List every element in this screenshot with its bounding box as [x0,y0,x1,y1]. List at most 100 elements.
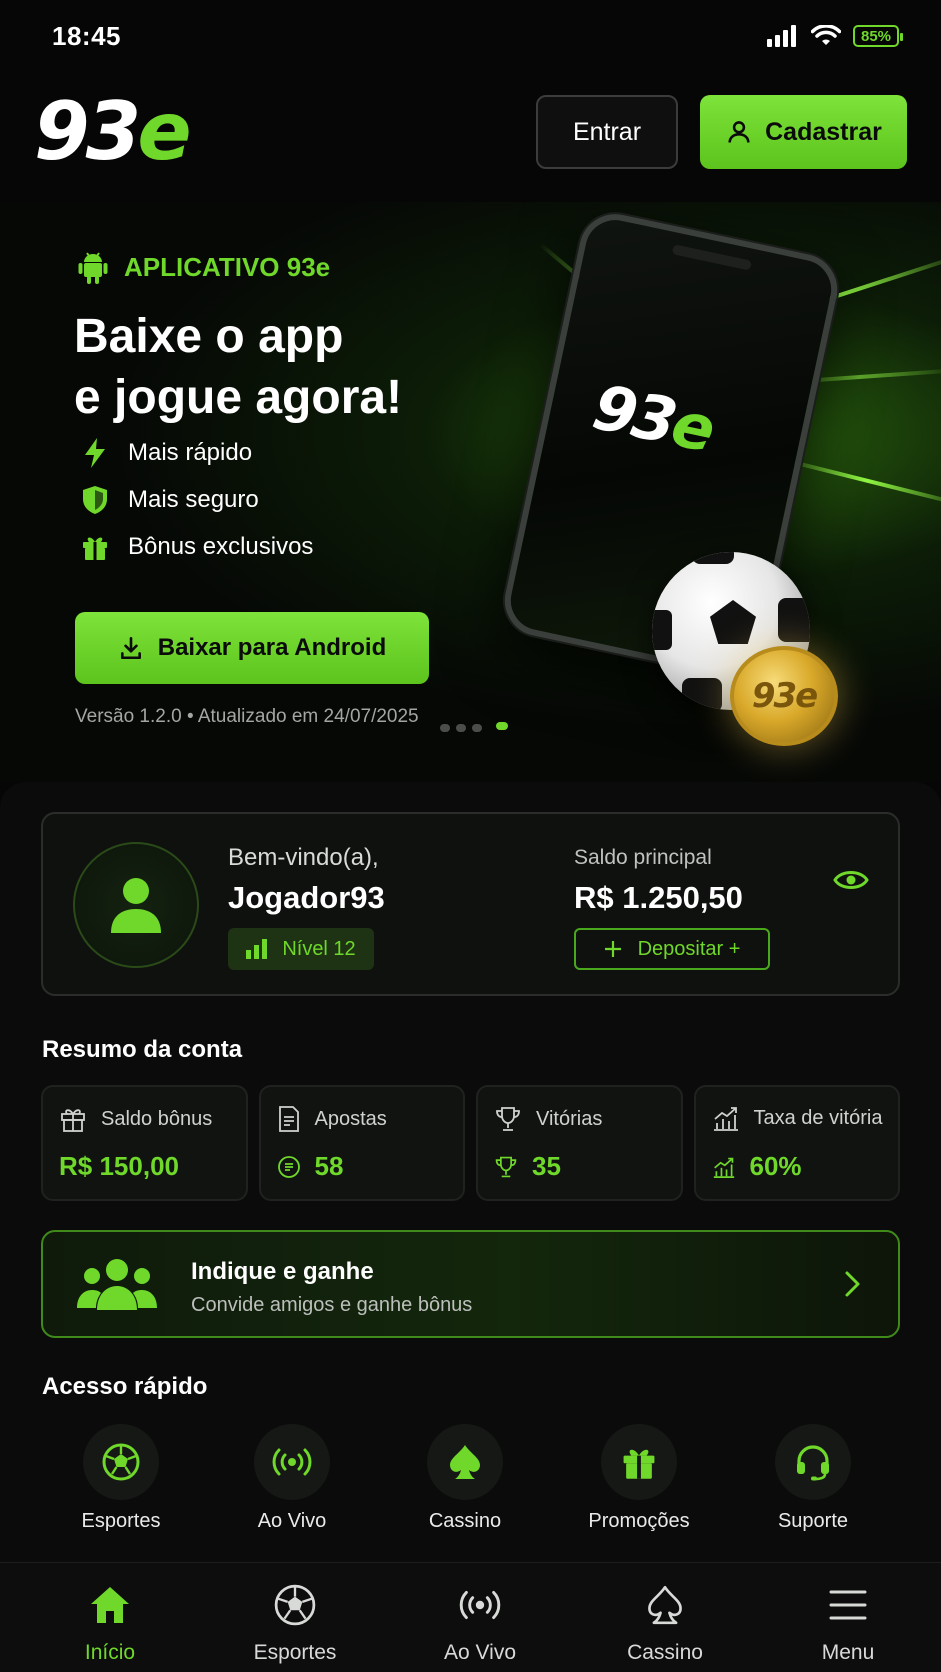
home-icon [91,1587,129,1623]
stat-label: Vitórias [536,1107,603,1130]
chevron-right-icon [845,1271,860,1297]
referral-card[interactable]: Indique e ganhe Convide amigos e ganhe b… [41,1230,900,1338]
quick-item-support[interactable]: Suporte [748,1424,878,1533]
deposit-button[interactable]: Depositar + [574,928,770,970]
login-button[interactable]: Entrar [536,95,678,169]
level-badge: Nível 12 [228,928,374,970]
nav-label: Cassino [627,1641,703,1664]
user-icon [728,121,750,143]
username: Jogador93 [228,880,385,915]
register-button[interactable]: Cadastrar [700,95,907,169]
spade-icon [450,1445,480,1479]
stat-label: Saldo bônus [101,1107,213,1130]
gift-icon [623,1449,655,1479]
download-android-button[interactable]: Baixar para Android [75,612,429,684]
plus-icon [604,941,621,957]
quick-item-label: Suporte [777,1510,849,1532]
nav-label: Ao Vivo [444,1641,516,1664]
receipt-icon [277,1155,300,1178]
account-card: Bem-vindo(a), Jogador93 Nível 12 Saldo p… [41,812,900,996]
menu-icon [829,1590,867,1620]
wifi-icon [811,25,841,45]
phone-logo: 93 e [586,370,719,467]
quick-access-title: Acesso rápido [42,1373,208,1400]
stat-value: 35 [532,1151,561,1181]
stat-label: Apostas [314,1107,387,1130]
summary-title: Resumo da conta [42,1036,243,1063]
shield-icon [83,485,107,514]
stat-value: 60% [749,1151,802,1181]
live-broadcast-icon [272,1448,312,1476]
quick-item-label: Promoções [588,1510,690,1532]
nav-label: Menu [821,1641,875,1664]
brand-logo[interactable]: 93 e [34,92,192,172]
nav-casino[interactable]: Cassino [595,1563,735,1672]
promo-banner[interactable]: APLICATIVO 93e Baixe o app e jogue agora… [0,202,941,782]
quick-item-live[interactable]: Ao Vivo [227,1424,357,1533]
stat-value: R$ 150,00 [59,1151,179,1181]
trophy-icon [496,1107,520,1131]
status-bar: 18:45 85% [0,0,941,72]
soccer-ball-icon [102,1443,140,1481]
spade-icon [648,1585,682,1625]
download-icon [120,636,141,660]
welcome-text: Bem-vindo(a), [228,844,379,871]
nav-live[interactable]: Ao Vivo [410,1563,550,1672]
balance-label: Saldo principal [574,846,712,869]
bottom-nav: Início Esportes Ao Vivo Cassino Menu [0,1562,941,1672]
carousel-dot[interactable] [440,724,450,732]
version-info: Versão 1.2.0 • Atualizado em 24/07/2025 [75,706,419,727]
coin-illustration: 93e [730,646,838,746]
document-icon [278,1106,299,1132]
banner-tag: APLICATIVO 93e [78,250,330,284]
nav-sports[interactable]: Esportes [225,1563,365,1672]
status-icons: 85% [767,25,903,47]
nav-label: Esportes [253,1641,337,1664]
stat-card-bets[interactable]: Apostas 58 [258,1085,465,1201]
carousel-dot[interactable] [456,724,466,732]
gift-icon [61,1109,85,1132]
toggle-balance-visibility-button[interactable] [831,860,871,900]
quick-item-promotions[interactable]: Promoções [574,1424,704,1533]
signal-icon [767,25,796,47]
feature-item: Mais rápido [80,437,313,468]
stats-row: Saldo bônus R$ 150,00 Apostas 58 Vitória… [41,1085,900,1201]
trophy-icon [495,1156,517,1177]
quick-item-sports[interactable]: Esportes [56,1424,186,1533]
feature-item: Bônus exclusivos [80,532,313,561]
chart-up-icon [713,1107,738,1131]
live-broadcast-icon [459,1590,501,1620]
quick-item-label: Cassino [428,1510,502,1532]
feature-item: Mais seguro [80,485,313,514]
bar-chart-icon [246,939,268,959]
group-icon [77,1259,157,1310]
stat-card-bonus[interactable]: Saldo bônus R$ 150,00 [41,1085,248,1201]
referral-title: Indique e ganhe [191,1258,374,1285]
soccer-ball-icon [274,1584,316,1626]
carousel-dots [440,722,508,732]
status-time: 18:45 [52,20,121,51]
quick-access-row: Esportes Ao Vivo Cassino Promoções Supor… [0,1424,941,1536]
header-actions: Entrar Cadastrar [536,95,907,169]
stat-card-wins[interactable]: Vitórias 35 [476,1085,683,1201]
app-header: 93 e Entrar Cadastrar [0,90,941,174]
banner-title: Baixe o app e jogue agora! [74,310,403,424]
quick-item-label: Ao Vivo [257,1510,327,1532]
gift-icon [83,536,107,560]
phone-notch [671,244,753,271]
carousel-dot[interactable] [472,724,482,732]
avatar[interactable] [73,842,199,968]
nav-label: Início [84,1641,136,1664]
stat-value: 58 [314,1151,344,1181]
android-icon [78,252,108,284]
nav-menu[interactable]: Menu [778,1563,918,1672]
carousel-dot-active[interactable] [496,722,508,730]
stat-card-win-rate[interactable]: Taxa de vitória 60% [693,1085,900,1201]
nav-home[interactable]: Início [40,1563,180,1672]
stat-label: Taxa de vitória [753,1106,883,1129]
battery-indicator: 85% [853,25,903,47]
quick-item-label: Esportes [81,1510,161,1532]
quick-item-casino[interactable]: Cassino [400,1424,530,1533]
chart-up-icon [713,1157,734,1178]
balance-value: R$ 1.250,50 [574,880,743,915]
